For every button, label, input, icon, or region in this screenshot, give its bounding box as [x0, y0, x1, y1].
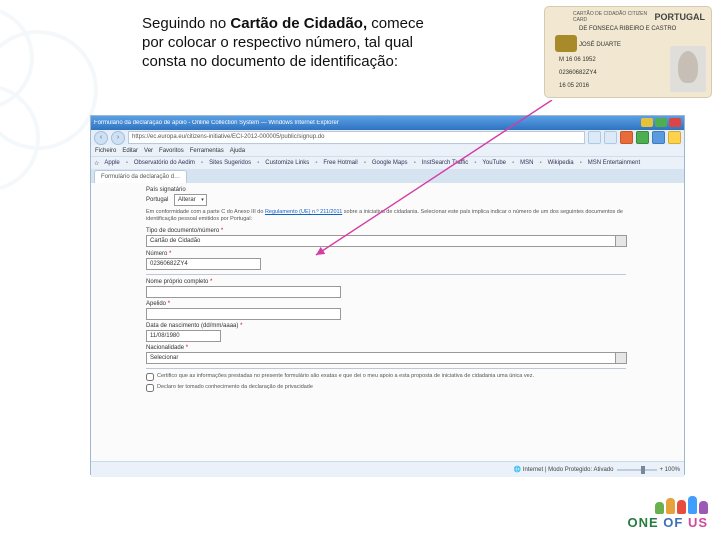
maximize-icon[interactable] — [655, 118, 667, 127]
one-of-us-logo: ONE OF US — [598, 494, 708, 532]
fav-customize[interactable]: Customize Links — [265, 160, 309, 166]
address-bar-row: ‹ › https://ec.europa.eu/citizens-initia… — [91, 130, 684, 145]
label-tipo-doc: Tipo de documento/número * — [146, 228, 626, 234]
input-data[interactable]: 11/08/1980 — [146, 330, 221, 342]
value-pais: Portugal — [146, 197, 168, 203]
window-titlebar: Formulário da declaração de apoio - Onli… — [91, 116, 684, 130]
browser-window: Formulário da declaração de apoio - Onli… — [90, 115, 685, 475]
checkbox-certify[interactable]: Certifico que as informações prestadas n… — [146, 373, 626, 381]
input-nome[interactable] — [146, 286, 341, 298]
logo-figure-icon — [699, 501, 708, 514]
fav-apple[interactable]: Apple — [104, 160, 119, 166]
tab-bar: Formulário da declaração d… — [91, 169, 684, 183]
citizen-card: CARTÃO DE CIDADÃO CITIZEN CARD PORTUGAL … — [544, 6, 712, 98]
label-nome: Nome próprio completo * — [146, 279, 626, 285]
checkbox-privacy-box[interactable] — [146, 384, 154, 392]
menu-tools[interactable]: Ferramentas — [190, 148, 224, 154]
forward-button[interactable]: › — [111, 131, 125, 145]
back-button[interactable]: ‹ — [94, 131, 108, 145]
label-data: Data de nascimento (dd/mm/aaaa) * — [146, 323, 626, 329]
label-numero: Número * — [146, 251, 626, 257]
regulation-link[interactable]: Regulamento (UE) n.º 211/2011 — [265, 209, 342, 215]
card-country: PORTUGAL — [655, 12, 706, 22]
input-apelido[interactable] — [146, 308, 341, 320]
select-nacionalidade[interactable]: Selecionar — [146, 352, 627, 364]
toolbar-icon-3[interactable] — [652, 131, 665, 144]
card-chip-icon — [555, 35, 577, 52]
checkbox-privacy[interactable]: Declaro ter tomado conhecimento da decla… — [146, 384, 626, 392]
card-surname: DE FONSECA RIBEIRO E CASTRO — [579, 26, 676, 32]
card-photo — [670, 46, 706, 92]
menu-favorites[interactable]: Favoritos — [159, 148, 184, 154]
favorites-bar[interactable]: ☆ Apple▪ Observatório do Aedim▪ Sites Su… — [91, 156, 684, 169]
card-expiry: 16 05 2016 — [559, 83, 589, 89]
card-doc-number: 02360682ZY4 — [559, 70, 597, 76]
instruction-text: Seguindo no Cartão de Cidadão, comece po… — [142, 15, 442, 71]
url-field[interactable]: https://ec.europa.eu/citizens-initiative… — [128, 131, 585, 144]
fav-observatorio[interactable]: Observatório do Aedim — [134, 160, 195, 166]
toolbar-icon-4[interactable] — [668, 131, 681, 144]
select-tipo-doc[interactable]: Cartão de Cidadão — [146, 235, 627, 247]
menu-view[interactable]: Ver — [144, 148, 153, 154]
label-apelido: Apelido * — [146, 301, 626, 307]
logo-figure-icon — [666, 498, 675, 514]
menu-help[interactable]: Ajuda — [230, 148, 245, 154]
logo-figure-icon — [688, 496, 697, 514]
label-pais: País signatário — [146, 187, 626, 193]
status-bar: 🌐 Internet | Modo Protegido: Ativado + 1… — [91, 461, 684, 477]
tab-active[interactable]: Formulário da declaração d… — [94, 170, 187, 183]
input-numero[interactable]: 02360682ZY4 — [146, 258, 261, 270]
zoom-control[interactable]: + 100% — [617, 467, 680, 473]
fav-hotmail[interactable]: Free Hotmail — [323, 160, 357, 166]
fav-gmaps[interactable]: Google Maps — [372, 160, 408, 166]
logo-figure-icon — [655, 502, 664, 514]
fav-sites[interactable]: Sites Sugeridos — [209, 160, 251, 166]
alterar-button[interactable]: Alterar — [174, 194, 207, 206]
fav-traffic[interactable]: InstSearch Traffic — [422, 160, 469, 166]
menu-file[interactable]: Ficheiro — [95, 148, 116, 154]
fav-youtube[interactable]: YouTube — [482, 160, 506, 166]
search-box-icon[interactable] — [604, 131, 617, 144]
card-sex-birth: M 16 06 1952 — [559, 57, 596, 63]
info-text: Em conformidade com a parte C do Anexo I… — [146, 209, 626, 223]
menu-bar[interactable]: Ficheiro Editar Ver Favoritos Ferramenta… — [91, 145, 684, 156]
close-icon[interactable] — [669, 118, 681, 127]
label-nacionalidade: Nacionalidade * — [146, 345, 626, 351]
fav-wiki[interactable]: Wikipedia — [548, 160, 574, 166]
window-controls[interactable] — [639, 118, 681, 129]
menu-edit[interactable]: Editar — [122, 148, 138, 154]
toolbar-icon-2[interactable] — [636, 131, 649, 144]
card-header: CARTÃO DE CIDADÃO CITIZEN CARD — [573, 12, 653, 23]
logo-figure-icon — [677, 500, 686, 514]
toolbar-icon-1[interactable] — [620, 131, 633, 144]
logo-text: ONE OF US — [598, 514, 708, 532]
status-text: 🌐 Internet | Modo Protegido: Ativado — [514, 466, 614, 473]
divider — [146, 274, 626, 275]
divider-2 — [146, 368, 626, 369]
window-title: Formulário da declaração de apoio - Onli… — [94, 120, 639, 126]
minimize-icon[interactable] — [641, 118, 653, 127]
page-content: País signatário Portugal Alterar Em conf… — [91, 183, 684, 461]
card-given-name: JOSÉ DUARTE — [579, 42, 621, 48]
checkbox-certify-box[interactable] — [146, 373, 154, 381]
fav-msn-ent[interactable]: MSN Entertainment — [588, 160, 640, 166]
fav-msn[interactable]: MSN — [520, 160, 533, 166]
refresh-icon[interactable] — [588, 131, 601, 144]
privacy-link[interactable]: declaração de privacidade — [249, 384, 313, 390]
